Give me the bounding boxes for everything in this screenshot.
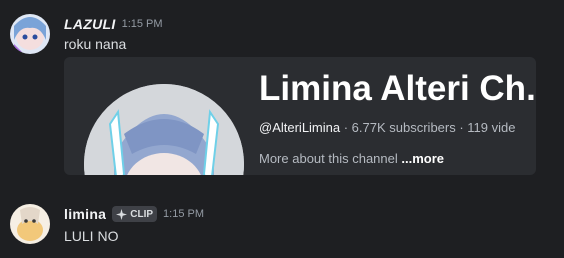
channel-title[interactable]: Limina Alteri Ch.	[259, 69, 536, 109]
sparkle-icon	[116, 208, 128, 220]
badge-label: CLIP	[130, 208, 154, 220]
channel-description: More about this channel ...more	[259, 151, 444, 166]
youtube-channel-embed[interactable]: Limina Alteri Ch. @AlteriLimina · 6.77K …	[64, 57, 536, 175]
timestamp: 1:15 PM	[121, 18, 163, 30]
avatar-limina[interactable]	[10, 204, 50, 244]
avatar-lazuli[interactable]	[10, 14, 50, 54]
channel-handle[interactable]: @AlteriLimina	[259, 120, 340, 135]
author-name[interactable]: LAZULI	[64, 16, 116, 32]
message-text: LULI NO	[64, 228, 119, 244]
channel-thumbnail[interactable]	[84, 84, 244, 175]
channel-meta: @AlteriLimina · 6.77K subscribers · 119 …	[259, 120, 515, 135]
channel-stats: · 6.77K subscribers · 119 vide	[340, 120, 516, 135]
author-name[interactable]: limina	[64, 206, 106, 222]
timestamp: 1:15 PM	[163, 208, 205, 220]
message-text: roku nana	[64, 36, 127, 52]
more-about-text: More about this channel	[259, 151, 402, 166]
more-link[interactable]: ...more	[401, 151, 444, 166]
role-badge: CLIP	[112, 206, 158, 222]
